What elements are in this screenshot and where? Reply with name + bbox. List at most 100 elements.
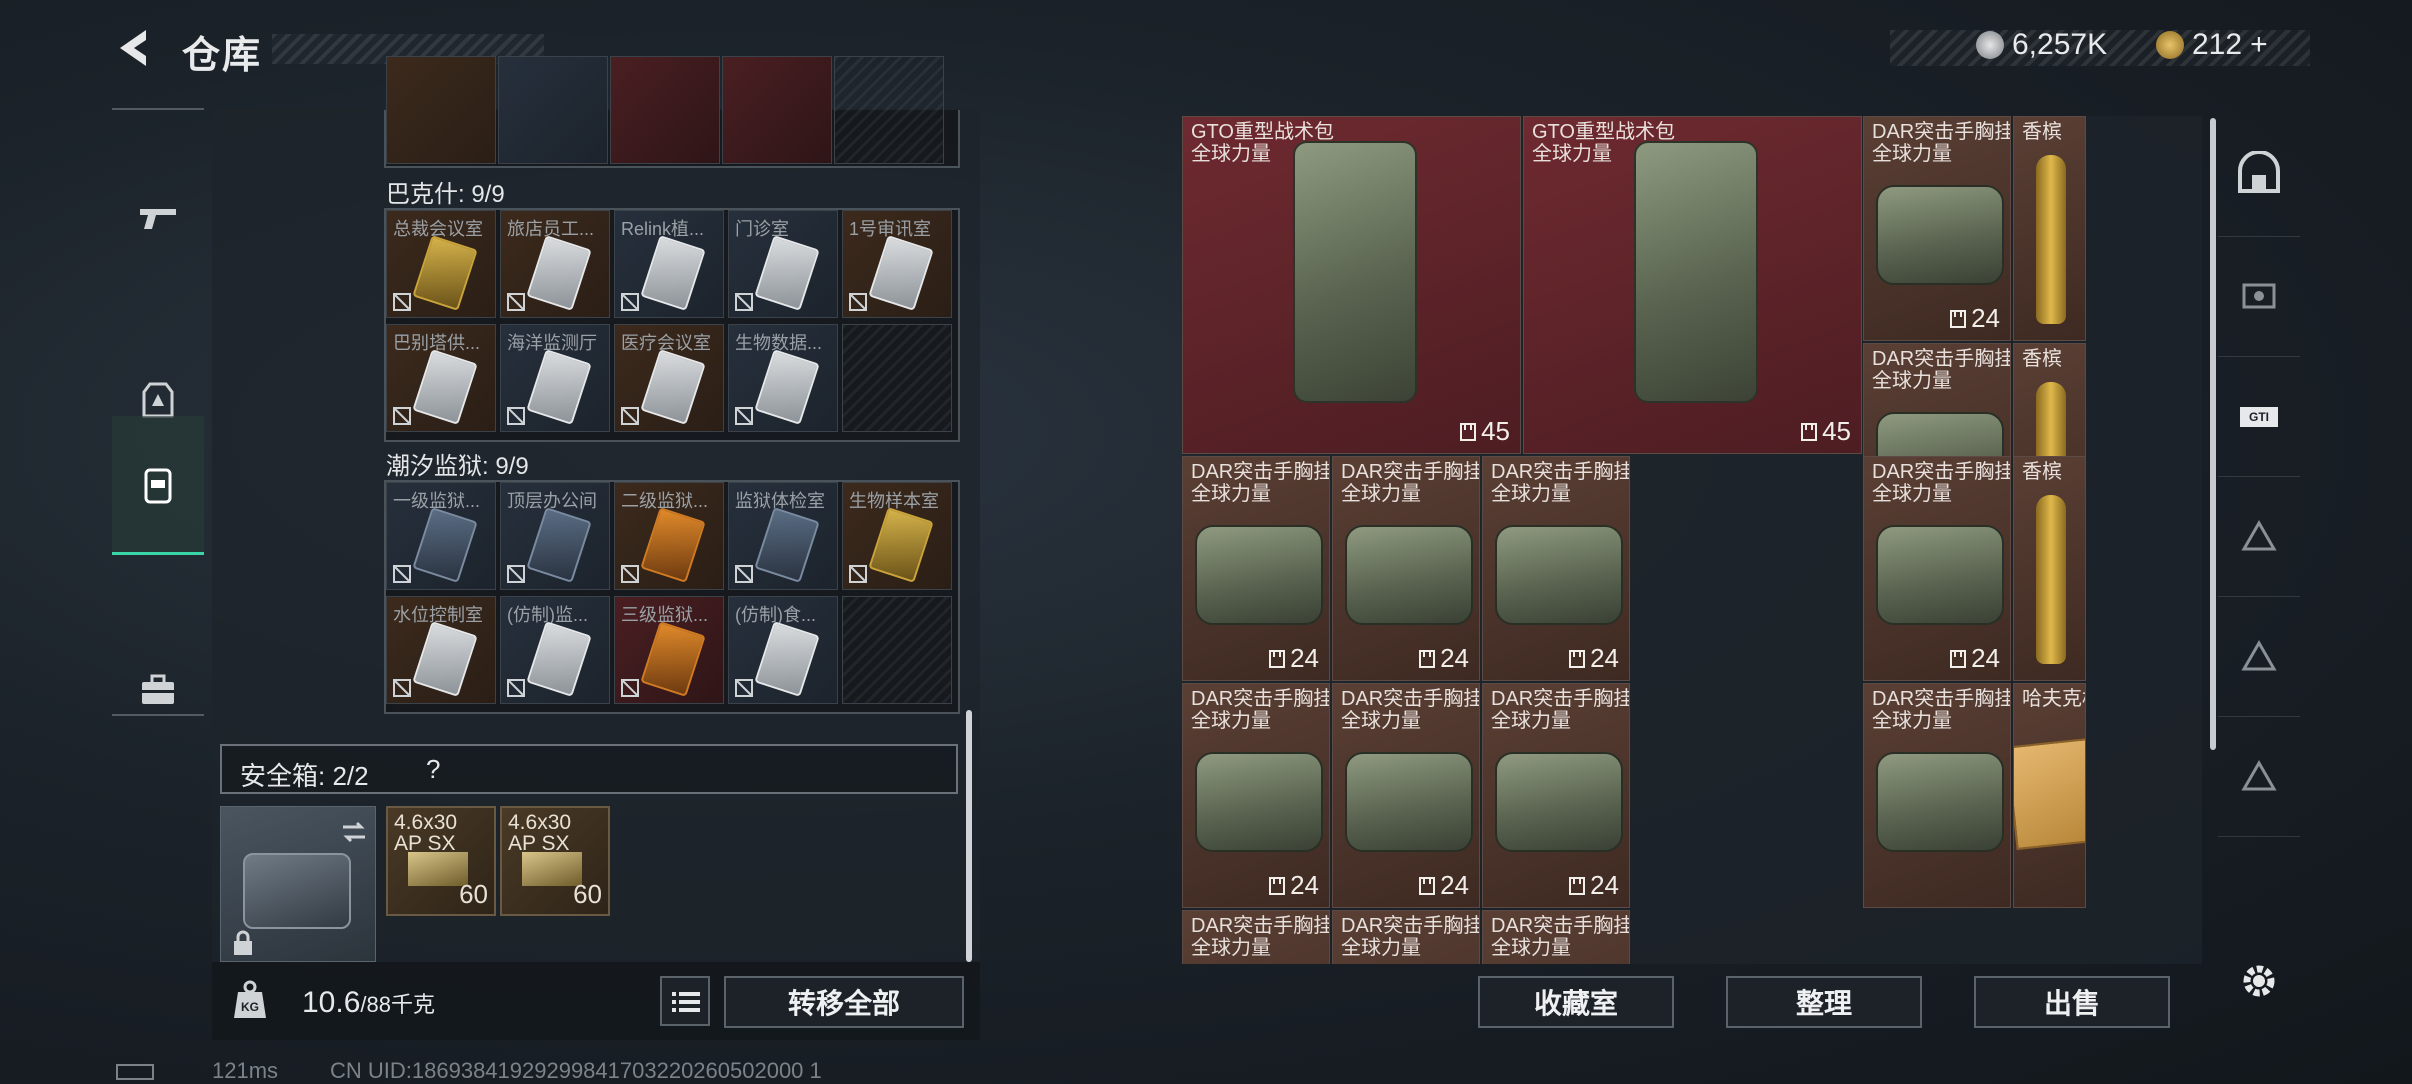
key-card-slot[interactable]: Relink植...: [614, 210, 724, 318]
stash-item-rig[interactable]: DAR突击手胸挂全球力量 24: [1332, 456, 1480, 681]
stash-item-rig[interactable]: DAR突击手胸挂全球力量 24: [1182, 456, 1330, 681]
stash-item-rig[interactable]: DAR突击手胸挂 全球力量: [1332, 910, 1480, 964]
stash-item-bottle[interactable]: 香槟: [2013, 456, 2086, 681]
key-slot[interactable]: [722, 56, 832, 164]
item-name: 哈夫克档案: [2022, 688, 2085, 710]
no-bind-icon: [621, 293, 639, 311]
key-group-label: 巴克什: 9/9: [386, 181, 505, 208]
stash-item-rig[interactable]: DAR突击手胸挂 全球力量: [1863, 683, 2011, 908]
key-card-image: [640, 621, 706, 697]
uid-readout: CN UID:18693841929299841703220260502000 …: [330, 1058, 822, 1083]
item-faction: 全球力量: [1191, 710, 1271, 732]
key-card-image: [868, 507, 934, 583]
stash-page-6[interactable]: [2218, 716, 2300, 837]
stash-item-rig[interactable]: DAR突击手胸挂全球力量 24: [1482, 456, 1630, 681]
key-card-slot[interactable]: 海洋监测厅: [500, 324, 610, 432]
key-card-label: (仿制)监...: [507, 605, 588, 625]
safebox-label: 安全箱: 2/2: [240, 761, 369, 791]
key-card-slot[interactable]: 生物数据...: [728, 324, 838, 432]
stash-item-rig[interactable]: DAR突击手胸挂全球力量 24: [1332, 683, 1480, 908]
ammo-slot[interactable]: 4.6x30 AP SX 60: [500, 806, 610, 916]
key-slot[interactable]: [610, 56, 720, 164]
key-card-slot[interactable]: 二级监狱...: [614, 482, 724, 590]
ammo-slot[interactable]: 4.6x30 AP SX 60: [386, 806, 496, 916]
sell-button[interactable]: 出售: [1974, 976, 2170, 1028]
chest-rig-image: [1876, 185, 2004, 285]
key-card-slot[interactable]: 监狱体检室: [728, 482, 838, 590]
iv-icon: [2241, 759, 2277, 791]
stash-item-rig[interactable]: DAR突击手胸挂全球力量 24: [1863, 116, 2011, 341]
key-card-label: 总裁会议室: [393, 219, 483, 239]
inventory-scrollbar[interactable]: [966, 710, 972, 962]
stash-page-3[interactable]: GTI: [2218, 356, 2300, 477]
no-bind-icon: [849, 565, 867, 583]
key-card-label: 巴别塔供...: [393, 333, 481, 353]
stash-page-2[interactable]: [2218, 236, 2300, 357]
stash-item-rig[interactable]: DAR突击手胸挂 全球力量: [1482, 910, 1630, 964]
durability-icon: [1269, 649, 1286, 668]
swap-icon[interactable]: [339, 817, 369, 847]
stash-item-rig[interactable]: DAR突击手胸挂全球力量 24: [1182, 683, 1330, 908]
stash-item-backpack[interactable]: GTO重型战术包 全球力量 45: [1182, 116, 1521, 454]
key-card-slot[interactable]: 1号审讯室: [842, 210, 952, 318]
collection-room-button[interactable]: 收藏室: [1478, 976, 1674, 1028]
key-slot[interactable]: [386, 56, 496, 164]
stash-item-bottle[interactable]: 香槟: [2013, 116, 2086, 341]
nav-backpack[interactable]: [112, 416, 204, 555]
key-card-slot[interactable]: (仿制)监...: [500, 596, 610, 704]
back-icon[interactable]: [112, 24, 160, 72]
item-name: DAR突击手胸挂: [1872, 121, 2011, 143]
key-card-slot[interactable]: 一级监狱...: [386, 482, 496, 590]
key-slot[interactable]: [498, 56, 608, 164]
gti-icon: GTI: [2240, 407, 2278, 427]
transfer-all-button[interactable]: 转移全部: [724, 976, 964, 1028]
stash-page-4[interactable]: [2218, 476, 2300, 597]
key-card-slot[interactable]: 医疗会议室: [614, 324, 724, 432]
stash-page-5[interactable]: [2218, 596, 2300, 717]
stash-item-rig[interactable]: DAR突击手胸挂全球力量 24: [1863, 456, 2011, 681]
safe-case-slot[interactable]: [220, 806, 376, 962]
item-faction: 全球力量: [1191, 483, 1271, 505]
key-card-slot[interactable]: 顶层办公间: [500, 482, 610, 590]
no-bind-icon: [393, 407, 411, 425]
key-card-slot[interactable]: 三级监狱...: [614, 596, 724, 704]
key-card-label: 顶层办公间: [507, 491, 597, 511]
item-name: GTO重型战术包: [1191, 121, 1334, 143]
safebox-help-button[interactable]: ?: [426, 754, 440, 785]
list-view-button[interactable]: [660, 976, 710, 1026]
gear-icon[interactable]: [2236, 958, 2282, 1004]
stash-item-rig[interactable]: DAR突击手胸挂 全球力量: [1182, 910, 1330, 964]
key-card-slot[interactable]: 巴别塔供...: [386, 324, 496, 432]
nav-weapons[interactable]: [112, 172, 204, 262]
item-durability: 24: [1568, 643, 1619, 674]
no-bind-icon: [735, 293, 753, 311]
durability-icon: [1569, 876, 1586, 895]
key-card-slot[interactable]: (仿制)食...: [728, 596, 838, 704]
stash-item-backpack[interactable]: GTO重型战术包 全球力量 45: [1523, 116, 1862, 454]
item-name: DAR突击手胸挂: [1191, 915, 1330, 937]
stash-item-rig[interactable]: DAR突击手胸挂全球力量 24: [1482, 683, 1630, 908]
key-card-slot[interactable]: 总裁会议室: [386, 210, 496, 318]
key-card-slot[interactable]: 水位控制室: [386, 596, 496, 704]
key-card-slot[interactable]: 生物样本室: [842, 482, 952, 590]
coin-value: 6,257K: [2012, 28, 2108, 61]
nav-toolbox[interactable]: [112, 640, 204, 740]
stash-item-folder[interactable]: 哈夫克档案: [2013, 683, 2086, 908]
key-card-image: [640, 507, 706, 583]
no-bind-icon: [393, 679, 411, 697]
file-folder-image: [2014, 737, 2085, 851]
key-card-image: [412, 507, 478, 583]
item-name: DAR突击手胸挂: [1191, 688, 1330, 710]
add-ticket-button[interactable]: +: [2250, 28, 2268, 62]
durability-value: 24: [1440, 870, 1469, 900]
chest-rig-image: [1345, 525, 1473, 625]
key-card-slot[interactable]: 门诊室: [728, 210, 838, 318]
item-name: DAR突击手胸挂: [1341, 461, 1480, 483]
key-card-image: [640, 349, 706, 425]
key-card-slot[interactable]: 旅店员工...: [500, 210, 610, 318]
ticket-balance[interactable]: 212 +: [2156, 28, 2268, 62]
stash-scrollbar[interactable]: [2210, 118, 2216, 750]
stash-page-1[interactable]: [2218, 116, 2300, 237]
sort-button[interactable]: 整理: [1726, 976, 1922, 1028]
item-name: DAR突击手胸挂: [1341, 915, 1480, 937]
